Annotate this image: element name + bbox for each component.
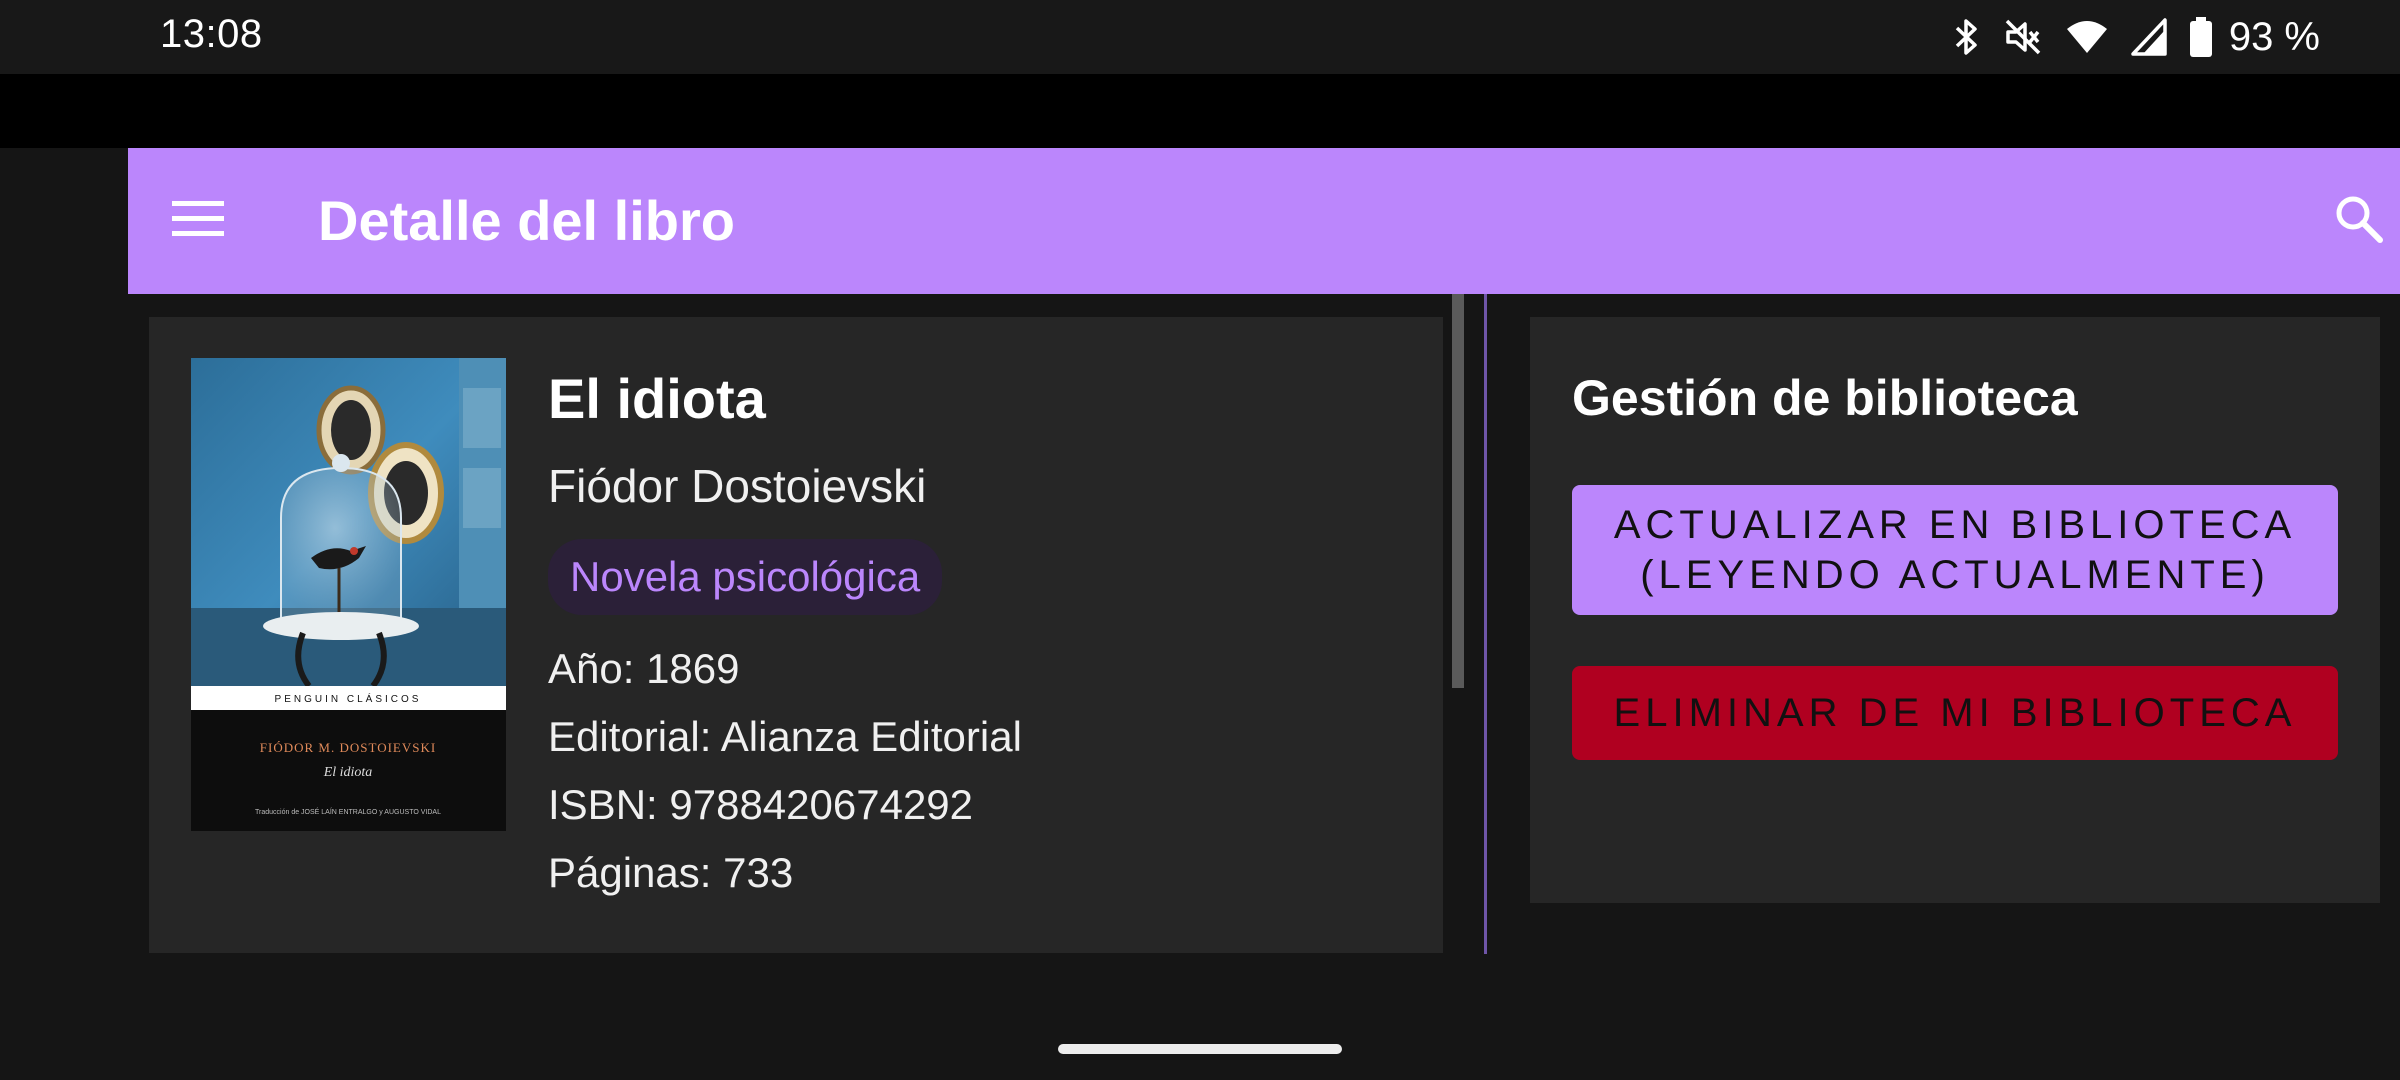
status-icons: 93 % [1953,14,2320,60]
search-icon [2334,194,2384,249]
cover-author: FIÓDOR M. DOSTOIEVSKI [260,740,436,755]
menu-icon [172,199,224,244]
menu-button[interactable] [168,191,228,251]
app-bar: Detalle del libro [128,148,2400,294]
cover-credits: Traducción de JOSÉ LAÍN ENTRALGO y AUGUS… [255,807,441,816]
book-author: Fiódor Dostoievski [548,460,927,512]
book-cover-image: PENGUIN CLÁSICOS FIÓDOR M. DOSTOIEVSKI E… [191,358,506,831]
book-year: Año: 1869 [548,645,740,692]
scrollbar[interactable] [1452,294,1464,688]
battery-percentage: 93 % [2228,14,2320,59]
status-time: 13:08 [160,12,263,56]
mute-icon [2003,17,2043,57]
book-title: El idiota [548,367,766,430]
home-indicator[interactable] [1058,1044,1342,1054]
book-publisher: Editorial: Alianza Editorial [548,713,1022,760]
toolbar-spacer [0,74,2400,148]
book-pages: Páginas: 733 [548,849,794,896]
library-management-title: Gestión de biblioteca [1572,370,2078,426]
delete-from-library-button[interactable]: ELIMINAR DE MI BIBLIOTECA [1572,666,2338,760]
book-info: El idiota Fiódor Dostoievski Novela psic… [548,358,1022,897]
genre-chip: Novela psicológica [548,539,943,615]
book-isbn: ISBN: 9788420674292 [548,781,974,828]
wifi-icon [2065,19,2109,55]
search-button[interactable] [2328,190,2390,252]
page-title: Detalle del libro [318,189,735,252]
cover-series: PENGUIN CLÁSICOS [275,692,422,705]
signal-icon [2131,18,2167,56]
status-bar: 13:08 93 % [0,0,2400,74]
update-in-library-button[interactable]: ACTUALIZAR EN BIBLIOTECA (LEYENDO ACTUAL… [1572,485,2338,615]
library-management-card: Gestión de biblioteca ACTUALIZAR EN BIBL… [1530,317,2380,903]
battery-icon [2189,16,2213,58]
bluetooth-icon [1953,17,1981,57]
pane-divider [1484,294,1487,954]
cover-title: El idiota [323,765,373,780]
